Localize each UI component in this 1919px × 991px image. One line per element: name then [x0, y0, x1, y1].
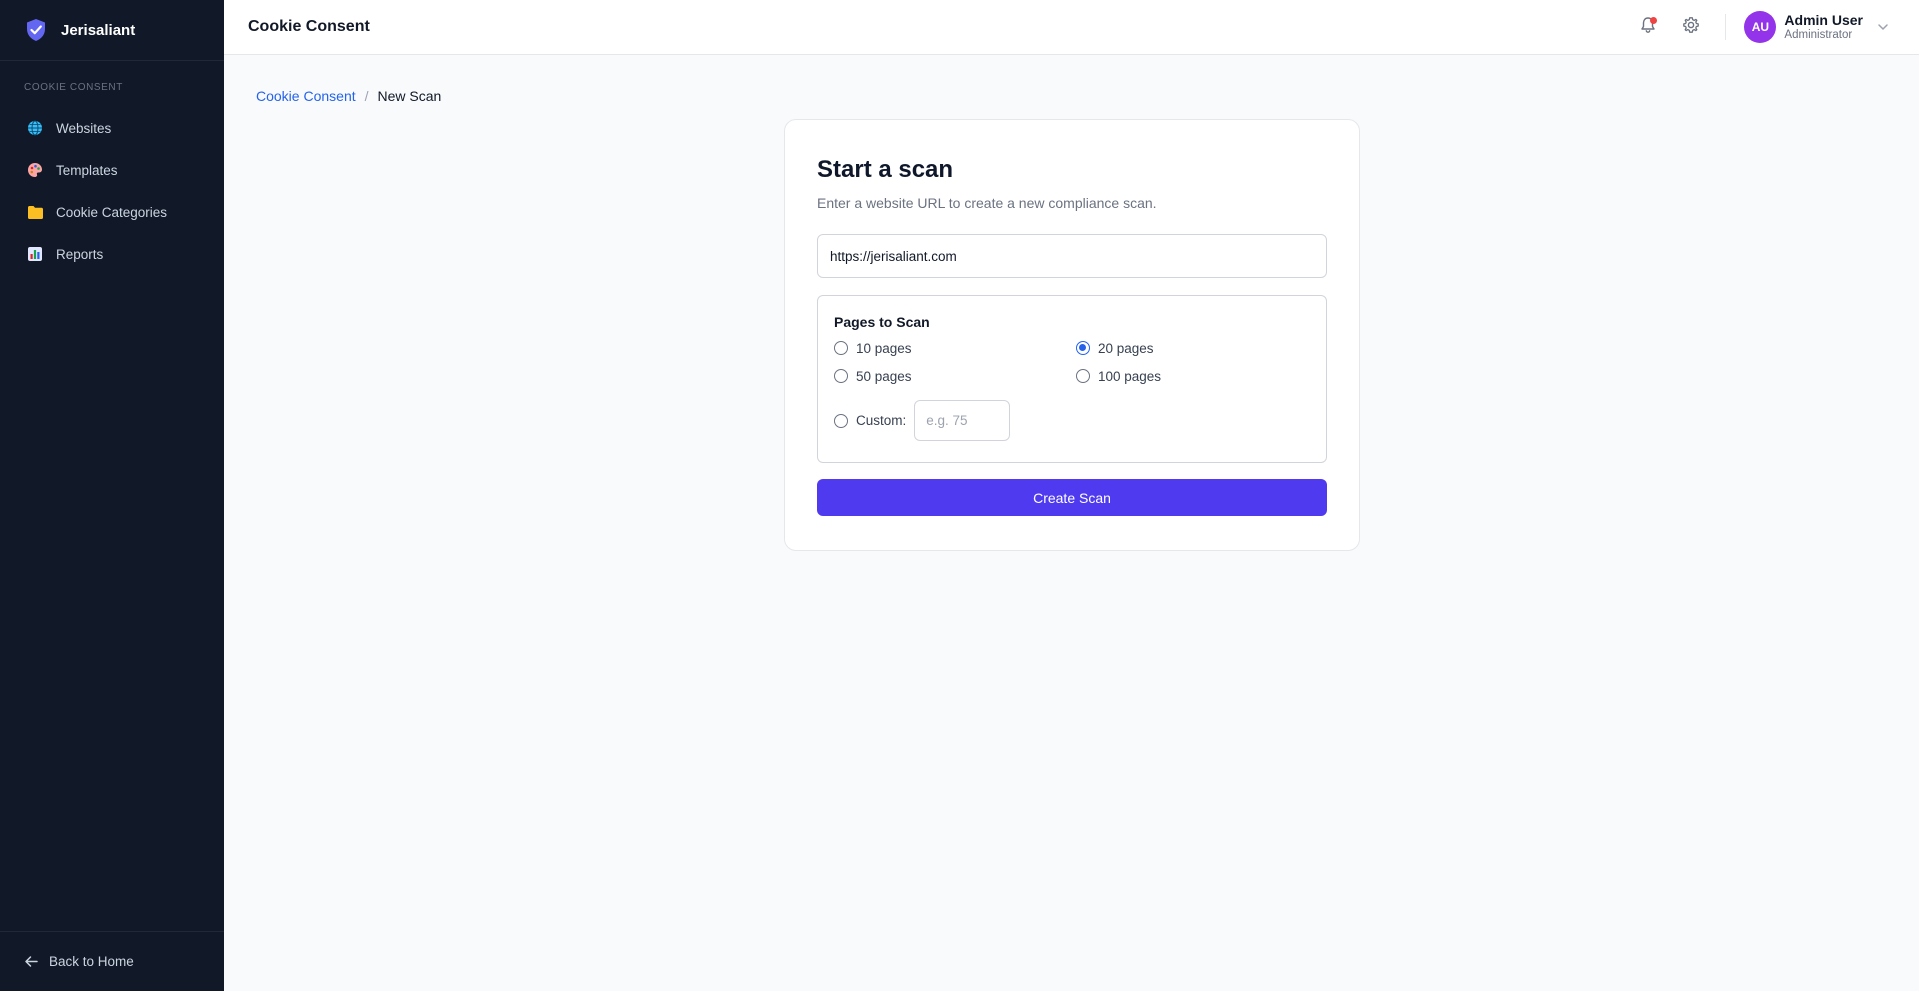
- breadcrumb: Cookie Consent / New Scan: [256, 88, 441, 104]
- globe-icon: [26, 119, 44, 137]
- breadcrumb-cookie-consent-link[interactable]: Cookie Consent: [256, 88, 356, 104]
- radio-button[interactable]: [834, 413, 848, 428]
- radio-label: 100 pages: [1098, 368, 1162, 384]
- radio-button[interactable]: [834, 341, 848, 355]
- settings-button[interactable]: [1677, 13, 1705, 41]
- radio-label: 50 pages: [856, 368, 912, 384]
- sidebar-item-cookie-categories[interactable]: Cookie Categories: [0, 191, 224, 233]
- radio-option-50-pages[interactable]: 50 pages: [834, 366, 1076, 386]
- arrow-left-icon: [24, 954, 39, 969]
- card-title: Start a scan: [817, 156, 954, 183]
- custom-pages-input[interactable]: [914, 400, 1011, 441]
- radio-option-20-pages[interactable]: 20 pages: [1076, 338, 1276, 358]
- card-subtitle: Enter a website URL to create a new comp…: [817, 195, 1157, 211]
- chevron-down-icon: [1877, 21, 1889, 33]
- breadcrumb-current: New Scan: [377, 88, 442, 104]
- nav-section-label: COOKIE CONSENT: [24, 82, 123, 93]
- user-menu[interactable]: AU Admin User Administrator: [1744, 11, 1889, 43]
- radio-option-10-pages[interactable]: 10 pages: [834, 338, 1076, 358]
- radio-button-selected[interactable]: [1076, 341, 1090, 355]
- user-role: Administrator: [1784, 28, 1853, 41]
- sidebar-item-label: Templates: [56, 162, 118, 178]
- radio-button[interactable]: [834, 369, 848, 383]
- radio-label: 10 pages: [856, 340, 912, 356]
- page-title: Cookie Consent: [248, 18, 370, 35]
- back-to-home-link[interactable]: Back to Home: [0, 931, 224, 991]
- top-header: Cookie Consent AU Admin User Administrat…: [224, 0, 1919, 55]
- sidebar-item-templates[interactable]: Templates: [0, 149, 224, 191]
- sidebar-item-label: Cookie Categories: [56, 204, 168, 220]
- bar-chart-icon: [26, 245, 44, 263]
- url-input[interactable]: [817, 234, 1327, 278]
- pages-to-scan-group: Pages to Scan 10 pages 20 pages 50 pages…: [817, 295, 1327, 463]
- pages-to-scan-title: Pages to Scan: [834, 314, 930, 330]
- radio-option-custom[interactable]: Custom:: [834, 411, 906, 431]
- sidebar-item-label: Reports: [56, 246, 104, 262]
- sidebar: Jerisaliant COOKIE CONSENT Websites Temp…: [0, 0, 224, 991]
- gear-icon: [1682, 16, 1700, 39]
- folder-icon: [26, 203, 44, 221]
- sidebar-item-websites[interactable]: Websites: [0, 107, 224, 149]
- palette-icon: [26, 161, 44, 179]
- back-to-home-label: Back to Home: [49, 954, 134, 969]
- shield-check-icon: [25, 17, 47, 43]
- radio-option-100-pages[interactable]: 100 pages: [1076, 366, 1276, 386]
- sidebar-item-reports[interactable]: Reports: [0, 233, 224, 275]
- brand-name: Jerisaliant: [61, 21, 136, 39]
- radio-label: 20 pages: [1098, 340, 1154, 356]
- create-scan-button[interactable]: Create Scan: [817, 479, 1327, 516]
- breadcrumb-separator: /: [364, 88, 369, 104]
- radio-button[interactable]: [1076, 369, 1090, 383]
- avatar: AU: [1744, 11, 1777, 43]
- sidebar-item-label: Websites: [56, 120, 112, 136]
- user-name: Admin User: [1784, 11, 1863, 28]
- scan-card: Start a scan Enter a website URL to crea…: [784, 119, 1360, 551]
- brand[interactable]: Jerisaliant: [0, 0, 224, 61]
- notifications-button[interactable]: [1634, 13, 1662, 41]
- radio-label: Custom:: [856, 413, 907, 428]
- header-divider: [1725, 14, 1727, 40]
